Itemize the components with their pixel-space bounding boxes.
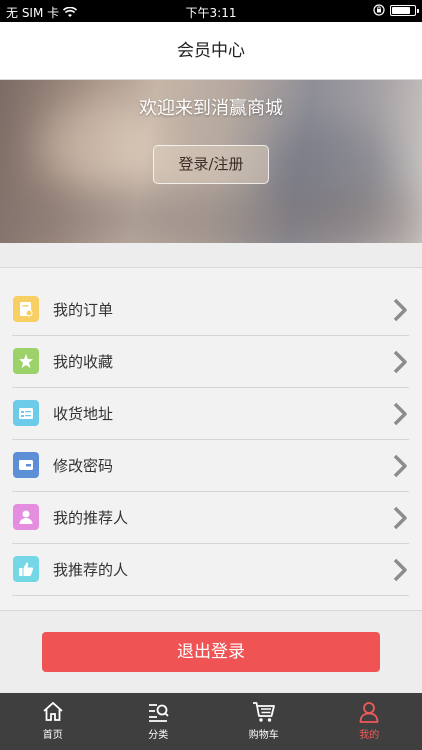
- tab-label: 分类: [148, 730, 169, 741]
- card-icon: [13, 452, 39, 478]
- thumbs-up-icon: [13, 556, 39, 582]
- welcome-text: 欢迎来到消赢商城: [139, 98, 283, 119]
- menu-item-my-referrer[interactable]: 我的推荐人: [12, 492, 409, 544]
- cart-icon: [252, 702, 275, 722]
- menu-item-orders[interactable]: 我的订单: [12, 284, 409, 336]
- login-register-button[interactable]: 登录/注册: [153, 145, 269, 184]
- tab-bar: 首页 分类 购物车 我的: [0, 693, 422, 750]
- status-bar: 无 SIM 卡 下午3:11: [0, 0, 422, 22]
- menu-item-favorites[interactable]: 我的收藏: [12, 336, 409, 388]
- order-icon: [13, 296, 39, 322]
- nav-bar: 会员中心: [0, 22, 422, 80]
- battery-icon: [390, 4, 419, 16]
- page-title: 会员中心: [177, 41, 245, 61]
- chevron-right-icon: [393, 454, 407, 478]
- tab-label: 购物车: [248, 730, 279, 741]
- tab-label: 首页: [42, 730, 63, 741]
- chevron-right-icon: [393, 350, 407, 374]
- status-time: 下午3:11: [185, 6, 237, 20]
- logout-button[interactable]: 退出登录: [42, 632, 380, 672]
- menu-item-label: 修改密码: [53, 457, 114, 475]
- status-right: [373, 4, 419, 16]
- chevron-right-icon: [393, 558, 407, 582]
- menu-item-change-password[interactable]: 修改密码: [12, 440, 409, 492]
- menu-item-label: 我的推荐人: [53, 509, 129, 527]
- menu-item-my-referrals[interactable]: 我推荐的人: [12, 544, 409, 596]
- tab-cart[interactable]: 购物车: [211, 693, 317, 750]
- tab-category[interactable]: 分类: [106, 693, 212, 750]
- person-icon: [13, 504, 39, 530]
- orientation-lock-icon: [373, 4, 385, 16]
- chevron-right-icon: [393, 506, 407, 530]
- menu-item-label: 我的收藏: [53, 353, 114, 371]
- menu-list: 我的订单 我的收藏 收货地址 修改密码 我的推荐人 我推荐的人: [0, 267, 422, 611]
- tab-home[interactable]: 首页: [0, 693, 106, 750]
- star-icon: [13, 348, 39, 374]
- address-icon: [13, 400, 39, 426]
- menu-item-label: 收货地址: [53, 405, 114, 423]
- user-icon: [359, 702, 379, 723]
- chevron-right-icon: [393, 402, 407, 426]
- tab-label: 我的: [359, 730, 380, 741]
- category-search-icon: [149, 704, 169, 722]
- menu-item-address[interactable]: 收货地址: [12, 388, 409, 440]
- chevron-right-icon: [393, 298, 407, 322]
- home-icon: [43, 701, 63, 721]
- menu-item-label: 我推荐的人: [53, 561, 129, 579]
- hero-banner: 欢迎来到消赢商城 登录/注册: [0, 80, 422, 243]
- tab-mine[interactable]: 我的: [317, 693, 422, 750]
- menu-item-label: 我的订单: [53, 301, 114, 319]
